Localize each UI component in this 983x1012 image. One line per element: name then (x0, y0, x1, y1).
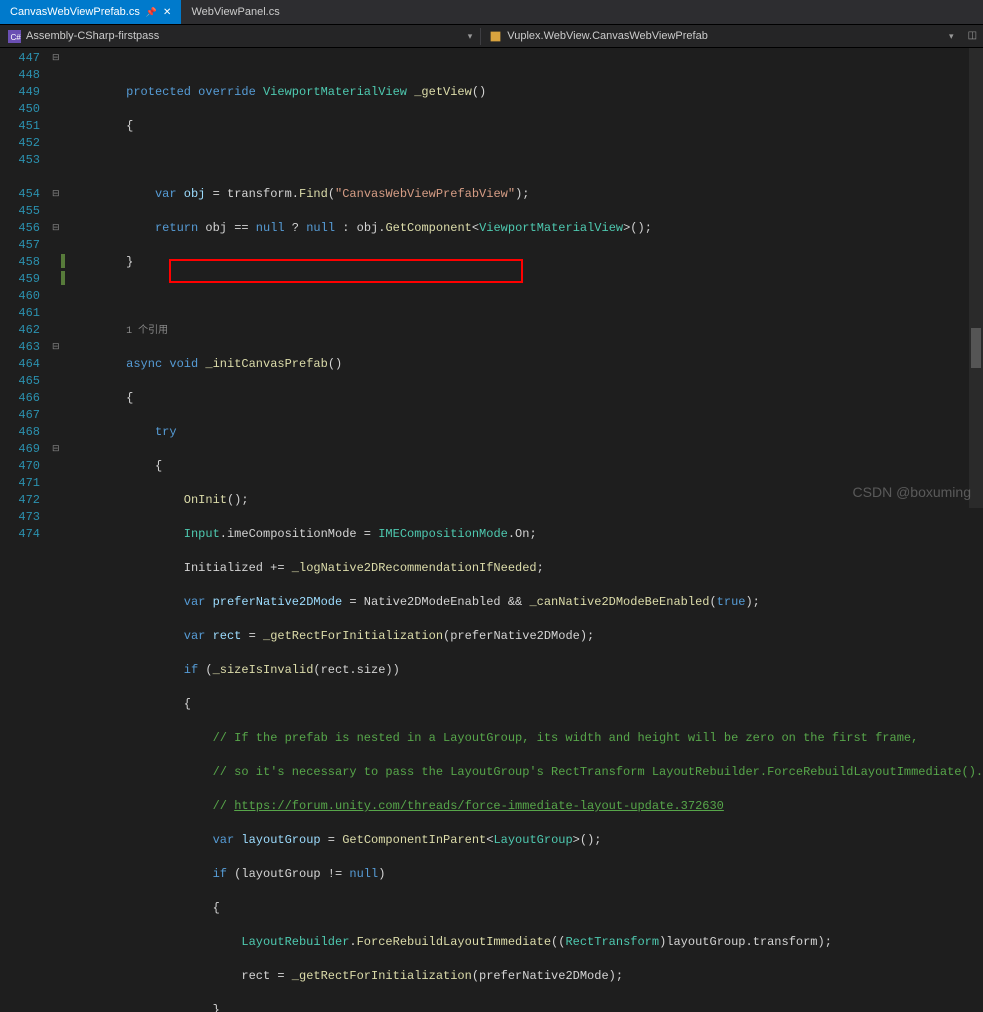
csharp-icon: C# (8, 30, 21, 43)
nav-split-icon[interactable]: ◫ (962, 30, 983, 42)
reference-count[interactable]: 1 个引用 (126, 326, 168, 337)
svg-text:C#: C# (10, 32, 21, 41)
tab-label: WebViewPanel.cs (191, 6, 279, 18)
nav-class-label: Vuplex.WebView.CanvasWebViewPrefab (507, 30, 708, 42)
pin-icon[interactable]: 📌 (146, 7, 157, 18)
code-editor[interactable]: 4474484494504514524534544554564574584594… (0, 48, 983, 508)
tab-inactive[interactable]: WebViewPanel.cs (181, 0, 289, 24)
tab-label: CanvasWebViewPrefab.cs (10, 6, 140, 18)
tab-active[interactable]: CanvasWebViewPrefab.cs 📌 ✕ (0, 0, 181, 24)
code-area[interactable]: protected override ViewportMaterialView … (65, 48, 983, 508)
chevron-down-icon[interactable]: ▾ (949, 31, 954, 42)
scroll-thumb[interactable] (971, 328, 981, 368)
nav-class[interactable]: Vuplex.WebView.CanvasWebViewPrefab ▾ (480, 28, 961, 45)
fold-column[interactable]: ⊟⊟⊟⊟⊟ (52, 48, 60, 508)
comment-url[interactable]: https://forum.unity.com/threads/force-im… (234, 799, 724, 813)
chevron-down-icon[interactable]: ▾ (468, 31, 473, 42)
class-icon (489, 30, 502, 43)
vertical-scrollbar[interactable] (969, 48, 983, 508)
close-icon[interactable]: ✕ (163, 7, 171, 18)
line-gutter: 4474484494504514524534544554564574584594… (0, 48, 52, 508)
nav-project[interactable]: C# Assembly-CSharp-firstpass ▾ (0, 28, 480, 45)
editor-tabs: CanvasWebViewPrefab.cs 📌 ✕ WebViewPanel.… (0, 0, 983, 25)
nav-bar: C# Assembly-CSharp-firstpass ▾ Vuplex.We… (0, 25, 983, 48)
nav-project-label: Assembly-CSharp-firstpass (26, 30, 159, 42)
